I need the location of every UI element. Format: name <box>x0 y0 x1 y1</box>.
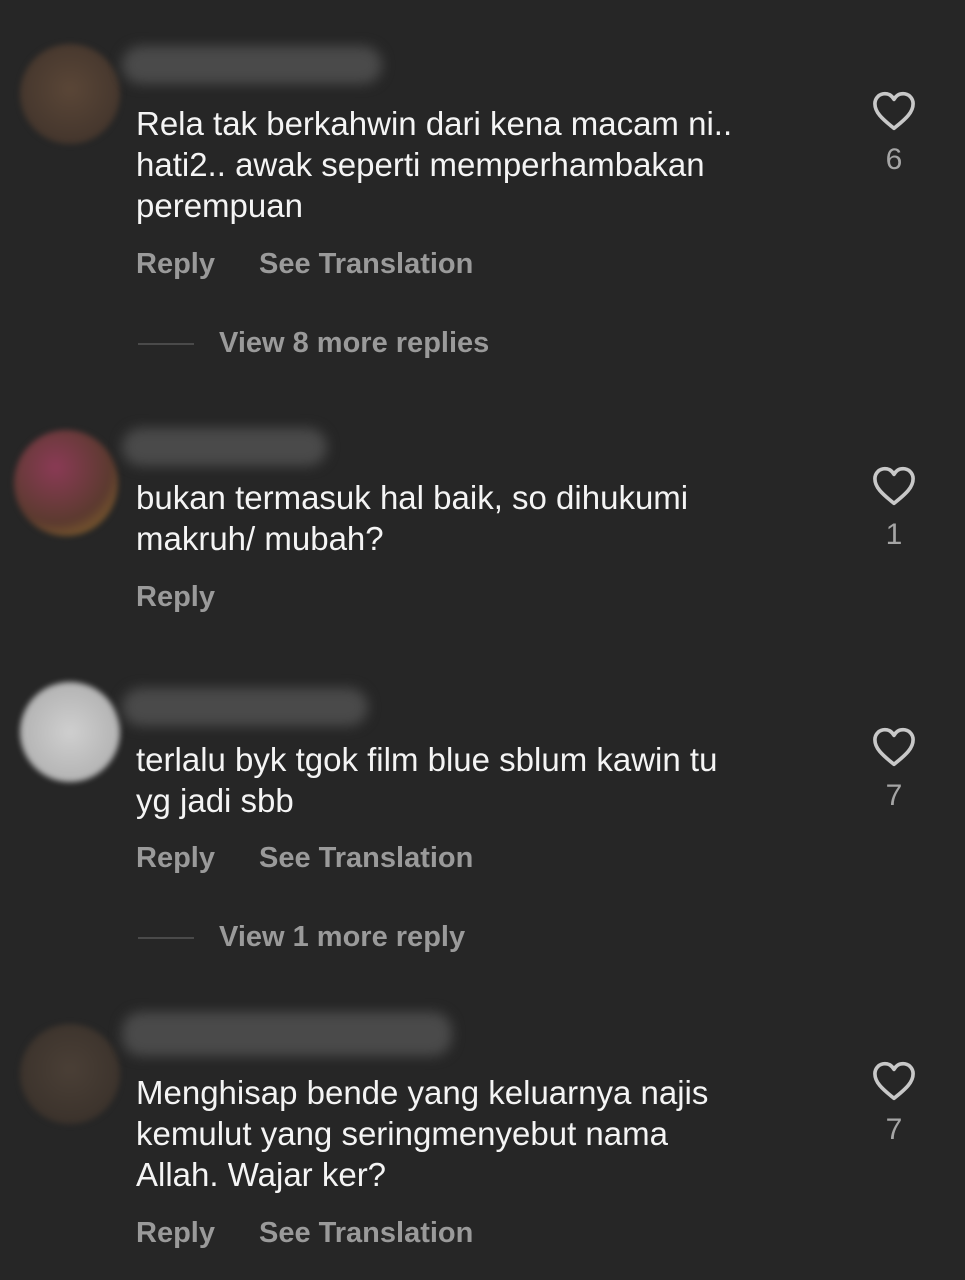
view-more-replies-label: View 8 more replies <box>219 327 490 359</box>
divider-line <box>138 342 194 345</box>
heart-outline-icon[interactable] <box>872 466 916 506</box>
like-control: 1 <box>864 466 924 552</box>
reply-button[interactable]: Reply <box>136 842 215 875</box>
avatar[interactable] <box>20 1024 120 1124</box>
reply-button[interactable]: Reply <box>136 581 215 614</box>
view-more-replies-button[interactable]: View 1 more reply <box>138 921 465 954</box>
like-count: 7 <box>885 779 903 812</box>
username-blurred[interactable] <box>122 428 327 466</box>
avatar[interactable] <box>20 682 120 782</box>
comment-text: Menghisap bende yang keluarnya najis kem… <box>136 1074 709 1193</box>
comment-text: terlalu byk tgok film blue sblum kawin t… <box>136 741 718 819</box>
like-control: 7 <box>864 727 924 813</box>
see-translation-button[interactable]: See Translation <box>259 248 473 281</box>
like-control: 7 <box>864 1061 924 1147</box>
heart-outline-icon[interactable] <box>872 727 916 767</box>
avatar[interactable] <box>14 430 118 536</box>
like-count: 6 <box>885 143 903 176</box>
reply-button[interactable]: Reply <box>136 248 215 281</box>
avatar[interactable] <box>20 44 120 144</box>
view-more-replies-label: View 1 more reply <box>219 921 466 953</box>
comment-actions: Reply See Translation <box>136 842 473 875</box>
heart-outline-icon[interactable] <box>872 91 916 131</box>
heart-outline-icon[interactable] <box>872 1061 916 1101</box>
see-translation-button[interactable]: See Translation <box>259 842 473 875</box>
like-count: 1 <box>885 518 903 551</box>
username-blurred[interactable] <box>122 46 382 84</box>
username-blurred[interactable] <box>122 1012 452 1056</box>
comment-text: bukan termasuk hal baik, so dihukumi mak… <box>136 479 689 557</box>
comment-actions: Reply See Translation <box>136 248 473 281</box>
username-blurred[interactable] <box>122 688 368 726</box>
like-count: 7 <box>885 1113 903 1146</box>
view-more-replies-button[interactable]: View 8 more replies <box>138 327 489 360</box>
comment-text: Rela tak berkahwin dari kena macam ni.. … <box>136 105 733 224</box>
comment-actions: Reply <box>136 581 215 614</box>
see-translation-button[interactable]: See Translation <box>259 1217 473 1250</box>
divider-line <box>138 936 194 939</box>
like-control: 6 <box>864 91 924 177</box>
reply-button[interactable]: Reply <box>136 1217 215 1250</box>
comment-actions: Reply See Translation <box>136 1217 473 1250</box>
